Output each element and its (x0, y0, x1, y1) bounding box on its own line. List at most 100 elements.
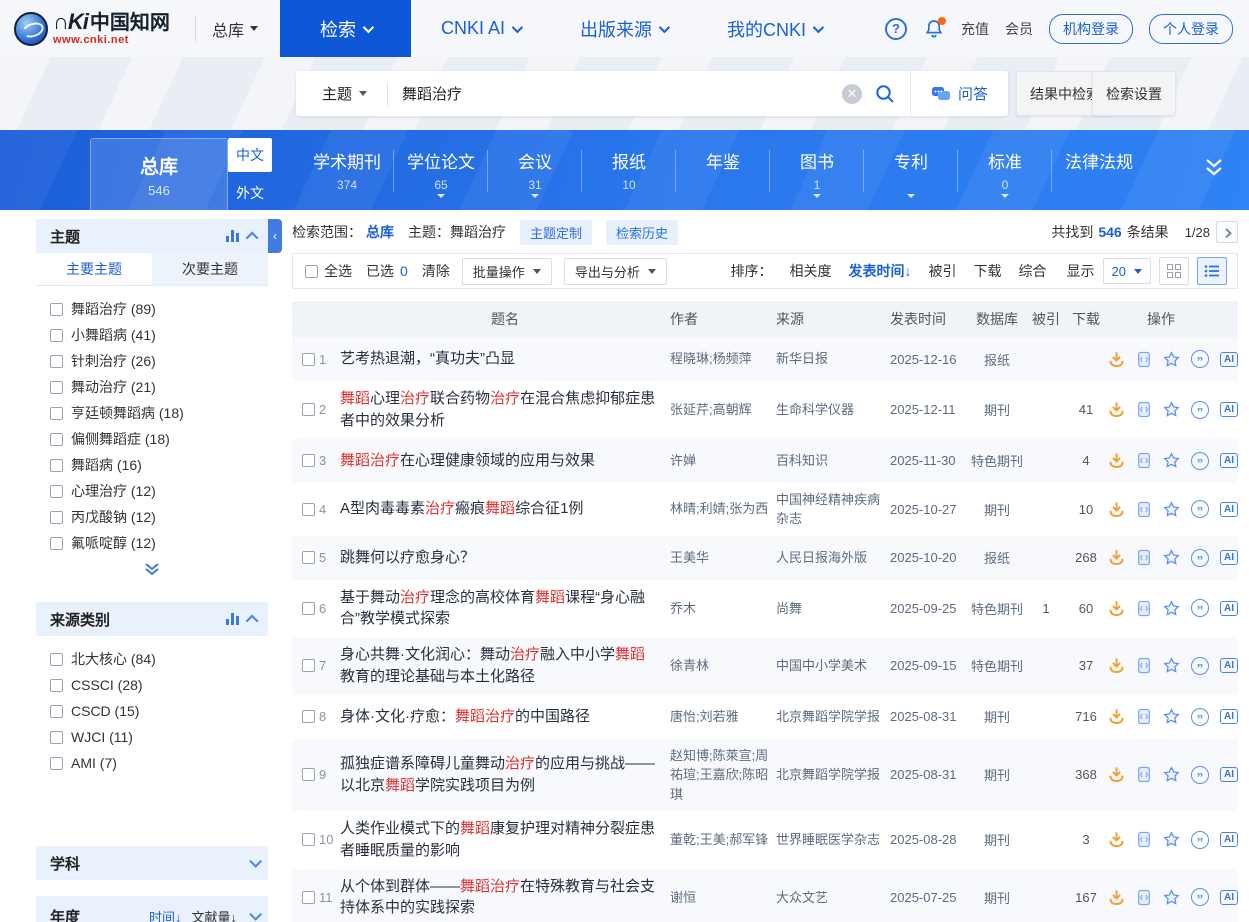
search-history-button[interactable]: 检索历史 (606, 220, 678, 245)
source-filter-item[interactable]: WJCI (11) (50, 724, 268, 750)
row-checkbox[interactable] (302, 353, 315, 366)
checkbox[interactable] (50, 679, 63, 692)
qa-button[interactable]: 问答 (910, 71, 1008, 116)
authors[interactable]: 赵知博;陈萊宣;周祐瑄;王嘉欣;陈昭琪 (670, 746, 776, 805)
select-all-label[interactable]: 全选 (324, 261, 352, 281)
topic-filter-item[interactable]: 舞蹈治疗 (89) (50, 296, 268, 322)
cite-quote-icon[interactable]: ” (1191, 599, 1209, 617)
export-analyze-dropdown[interactable]: 导出与分析 (564, 258, 667, 285)
year-sort-time[interactable]: 时间↓ (149, 907, 182, 922)
authors[interactable]: 徐青林 (670, 656, 776, 676)
org-login-button[interactable]: 机构登录 (1049, 14, 1133, 44)
source[interactable]: 百科知识 (776, 451, 890, 471)
source[interactable]: 新华日报 (776, 349, 890, 369)
search-input[interactable] (388, 85, 842, 102)
result-title-link[interactable]: 舞蹈心理治疗联合药物治疗在混合焦虑抑郁症患者中的效果分析 (340, 388, 670, 432)
ai-icon[interactable]: AI (1220, 352, 1238, 367)
per-page-select[interactable]: 20 (1103, 258, 1151, 284)
download-icon[interactable] (1108, 600, 1125, 617)
html-read-icon[interactable] (1136, 501, 1152, 518)
topic-filter-item[interactable]: 心理治疗 (12) (50, 478, 268, 504)
topic-filter-item[interactable]: 丙戊酸钠 (12) (50, 504, 268, 530)
cnki-logo[interactable]: ∩Ki 中国知网 www.cnki.net (14, 11, 189, 46)
source[interactable]: 北京舞蹈学院学报 (776, 765, 890, 785)
notification-bell-icon[interactable] (923, 18, 945, 40)
clear-selection-button[interactable]: 清除 (422, 261, 450, 281)
expand-more-icon[interactable] (36, 558, 268, 586)
checkbox[interactable] (50, 433, 63, 446)
source[interactable]: 北京舞蹈学院学报 (776, 707, 890, 727)
checkbox[interactable] (50, 303, 63, 316)
favorite-star-icon[interactable] (1163, 657, 1180, 674)
download-icon[interactable] (1108, 549, 1125, 566)
search-icon[interactable] (874, 83, 896, 105)
ribbon-item-专利[interactable]: 专利 (864, 144, 958, 200)
bar-chart-icon[interactable] (226, 230, 239, 242)
authors[interactable]: 唐怡;刘若雅 (670, 707, 776, 727)
nav-tab-search[interactable]: 检索 (280, 0, 411, 57)
download-icon[interactable] (1108, 766, 1125, 783)
nav-tab-publish-source[interactable]: 出版来源 (550, 0, 697, 57)
select-all-checkbox[interactable] (305, 265, 318, 278)
list-view-button[interactable] (1197, 257, 1227, 285)
ribbon-item-标准[interactable]: 标准0 (958, 144, 1052, 200)
cite-quote-icon[interactable]: ” (1191, 452, 1209, 470)
favorite-star-icon[interactable] (1163, 708, 1180, 725)
sort-relevance[interactable]: 相关度 (790, 261, 832, 281)
topic-filter-item[interactable]: 亨廷顿舞蹈病 (18) (50, 400, 268, 426)
row-checkbox[interactable] (302, 551, 315, 564)
cite-quote-icon[interactable]: ” (1191, 831, 1209, 849)
favorite-star-icon[interactable] (1163, 452, 1180, 469)
html-read-icon[interactable] (1136, 831, 1152, 848)
checkbox[interactable] (50, 511, 63, 524)
scope-total-library[interactable]: 总库 (366, 222, 394, 242)
source[interactable]: 中国神经精神疾病杂志 (776, 490, 890, 529)
source[interactable]: 尚舞 (776, 599, 890, 619)
source-filter-item[interactable]: CSSCI (28) (50, 672, 268, 698)
sort-publish-time[interactable]: 发表时间↓ (849, 261, 912, 281)
cite-quote-icon[interactable]: ” (1191, 766, 1209, 784)
chevron-down-icon[interactable] (249, 908, 262, 921)
source[interactable]: 中国中小学美术 (776, 656, 890, 676)
checkbox[interactable] (50, 537, 63, 550)
source[interactable]: 生命科学仪器 (776, 400, 890, 420)
chevron-down-icon[interactable] (249, 855, 262, 868)
sort-download[interactable]: 下载 (974, 261, 1002, 281)
ai-icon[interactable]: AI (1220, 402, 1238, 417)
ribbon-item-图书[interactable]: 图书1 (770, 144, 864, 200)
col-cited[interactable]: 被引 (1028, 309, 1064, 329)
cite-quote-icon[interactable]: ” (1191, 708, 1209, 726)
ribbon-item-报纸[interactable]: 报纸10 (582, 144, 676, 200)
html-read-icon[interactable] (1136, 657, 1152, 674)
help-icon[interactable]: ? (885, 18, 907, 40)
html-read-icon[interactable] (1136, 708, 1152, 725)
personal-login-button[interactable]: 个人登录 (1149, 14, 1233, 44)
row-checkbox[interactable] (302, 768, 315, 781)
authors[interactable]: 林晴;利婧;张为西 (670, 499, 776, 519)
checkbox[interactable] (50, 329, 63, 342)
authors[interactable]: 谢恒 (670, 888, 776, 908)
bar-chart-icon[interactable] (226, 613, 239, 625)
favorite-star-icon[interactable] (1163, 501, 1180, 518)
source-filter-item[interactable]: 北大核心 (84) (50, 646, 268, 672)
grid-view-button[interactable] (1159, 257, 1189, 285)
cite-quote-icon[interactable]: ” (1191, 401, 1209, 419)
col-download[interactable]: 下载 (1064, 309, 1108, 329)
ai-icon[interactable]: AI (1220, 767, 1238, 782)
clear-icon[interactable]: ✕ (842, 84, 862, 104)
topic-filter-item[interactable]: 针刺治疗 (26) (50, 348, 268, 374)
cite-quote-icon[interactable]: ” (1191, 888, 1209, 906)
next-page-button[interactable] (1216, 221, 1238, 243)
cite-quote-icon[interactable]: ” (1191, 657, 1209, 675)
cite-quote-icon[interactable]: ” (1191, 549, 1209, 567)
html-read-icon[interactable] (1136, 766, 1152, 783)
search-settings-button[interactable]: 检索设置 (1092, 71, 1176, 116)
download-icon[interactable] (1108, 657, 1125, 674)
result-title-link[interactable]: A型肉毒毒素治疗瘢痕舞蹈综合征1例 (340, 498, 670, 520)
ai-icon[interactable]: AI (1220, 832, 1238, 847)
favorite-star-icon[interactable] (1163, 351, 1180, 368)
result-title-link[interactable]: 身心共舞·文化润心：舞动治疗融入中小学舞蹈教育的理论基础与本土化路径 (340, 644, 670, 688)
ribbon-item-学位论文[interactable]: 学位论文65 (394, 144, 488, 200)
tab-secondary-topics[interactable]: 次要主题 (152, 253, 268, 285)
tab-main-topics[interactable]: 主要主题 (36, 253, 152, 285)
